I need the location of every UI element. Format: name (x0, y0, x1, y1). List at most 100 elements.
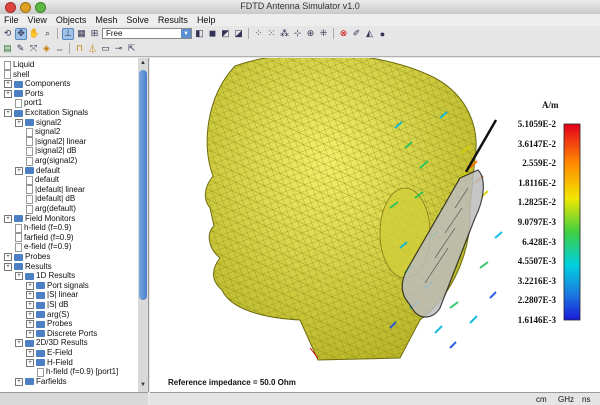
tree-item[interactable]: + Components (4, 79, 70, 89)
expand-toggle-icon[interactable]: + (15, 118, 23, 127)
grid-view-icon[interactable]: ▦ (76, 28, 87, 39)
scroll-thumb[interactable] (139, 70, 147, 300)
rotate-view-icon[interactable]: ⟲ (2, 28, 13, 39)
expand-toggle-icon[interactable]: + (26, 301, 34, 309)
tree-item[interactable]: + E-Field (26, 348, 72, 358)
expand-toggle-icon[interactable]: + (26, 349, 34, 357)
expand-toggle-icon[interactable]: + (4, 109, 12, 117)
new-project-icon[interactable]: ▤ (2, 43, 13, 54)
tree-item[interactable]: arg(signal2) (26, 156, 77, 166)
3d-viewport[interactable]: A/m 5.1059E-2 3.6147E-2 2.559E-2 1.8116E-2 1… (150, 58, 600, 392)
tree-item[interactable]: |signal2| linear (26, 137, 86, 147)
scroll-down-icon[interactable]: ▼ (139, 382, 147, 390)
cube-icon[interactable]: ◧ (194, 28, 205, 39)
expand-toggle-icon[interactable]: + (4, 253, 12, 261)
pick-point-icon[interactable]: ⁘ (253, 28, 264, 39)
pick-center-icon[interactable]: ⊹ (292, 28, 303, 39)
scroll-up-icon[interactable]: ▲ (139, 60, 147, 68)
expand-toggle-icon[interactable]: + (26, 291, 34, 300)
tree-item[interactable]: + signal2 (15, 118, 61, 128)
select-cursor-icon[interactable]: ⇱ (126, 43, 137, 54)
tree-vertical-scrollbar[interactable]: ▲ ▼ (138, 58, 149, 392)
wire-icon[interactable]: ◩ (220, 28, 231, 39)
zoom-tool-icon[interactable]: ⌕ (42, 28, 53, 39)
tree-item[interactable]: + |S| dB (26, 300, 69, 310)
expand-toggle-icon[interactable]: + (26, 320, 34, 329)
expand-toggle-icon[interactable]: + (26, 281, 34, 290)
tree-item[interactable]: |default| dB (26, 194, 75, 204)
select-tool-icon[interactable]: ✥ (15, 27, 27, 40)
tree-item[interactable]: farfield (f=0.9) (15, 233, 74, 243)
sphere-icon[interactable]: ● (377, 28, 388, 39)
probe-icon[interactable]: ⊸ (113, 43, 124, 54)
tree-item[interactable]: + arg(S) (26, 310, 69, 320)
expand-toggle-icon[interactable]: + (4, 262, 12, 271)
tree-item[interactable]: arg(default) (26, 204, 76, 214)
expand-toggle-icon[interactable]: + (15, 377, 23, 386)
pick-edge-icon[interactable]: ⁙ (266, 28, 277, 39)
tree-item[interactable]: port1 (15, 98, 42, 108)
tree-item[interactable]: shell (4, 70, 29, 80)
tree-item[interactable]: + Field Monitors (4, 214, 75, 224)
tree-item[interactable]: + Probes (4, 252, 50, 262)
pick-snap-icon[interactable]: ⊕ (305, 28, 316, 39)
tree-item[interactable]: + H-Field (26, 358, 73, 368)
material-icon[interactable]: ◭ (364, 28, 375, 39)
tree-item[interactable]: |default| linear (26, 185, 85, 195)
shaded-icon[interactable]: ◪ (233, 28, 244, 39)
expand-toggle-icon[interactable]: + (15, 166, 23, 175)
menu-results[interactable]: Results (158, 14, 188, 26)
tree-item-label: |S| dB (47, 300, 69, 309)
expand-toggle-icon[interactable]: + (15, 339, 23, 348)
menu-mesh[interactable]: Mesh (95, 14, 117, 26)
tree-item[interactable]: default (26, 175, 59, 185)
tree-item[interactable]: + Discrete Ports (26, 329, 97, 339)
expand-toggle-icon[interactable]: + (26, 329, 34, 338)
mesh-view-icon[interactable]: ⊞ (89, 28, 100, 39)
expand-toggle-icon[interactable]: + (26, 358, 34, 367)
tree-item[interactable]: + default (15, 166, 60, 176)
clear-picks-icon[interactable]: ⊗ (338, 28, 349, 39)
tree-item[interactable]: + Port signals (26, 281, 89, 291)
menu-solve[interactable]: Solve (126, 14, 149, 26)
tree-item[interactable]: h-field (f=0.9) [port1] (37, 367, 118, 377)
tree-item[interactable]: signal2 (26, 127, 60, 137)
expand-toggle-icon[interactable]: + (4, 89, 12, 98)
tree-item[interactable]: +2D/3D Results (15, 338, 88, 348)
menu-file[interactable]: File (4, 14, 19, 26)
expand-toggle-icon[interactable]: + (4, 80, 12, 89)
tree-item[interactable]: + Probes (26, 319, 72, 329)
tree-item[interactable]: + Excitation Signals (4, 108, 88, 118)
align-icon[interactable]: ⇔ (54, 43, 65, 54)
pan-tool-icon[interactable]: ✋ (29, 28, 40, 39)
measure-icon[interactable]: ✐ (351, 28, 362, 39)
tree-item[interactable]: h-field (f=0.9) (15, 223, 71, 233)
mode-select[interactable]: Free ▼ (102, 28, 192, 39)
monitor-icon[interactable]: ▭ (100, 43, 111, 54)
cylinder-icon[interactable]: ⊓ (74, 43, 85, 54)
pick-mid-icon[interactable]: ⁜ (318, 28, 329, 39)
expand-toggle-icon[interactable]: + (26, 310, 34, 319)
tree-item[interactable]: Liquid (4, 60, 34, 70)
menu-view[interactable]: View (28, 14, 47, 26)
expand-toggle-icon[interactable]: + (15, 272, 23, 281)
tree-item[interactable]: + Results (4, 262, 52, 272)
tree-item[interactable]: |signal2| dB (26, 146, 77, 156)
tree-horizontal-scrollbar[interactable] (0, 392, 148, 405)
transform-icon[interactable]: ⤧ (28, 43, 39, 54)
pick-face-icon[interactable]: ⁂ (279, 28, 290, 39)
tree-item[interactable]: + |S| linear (26, 290, 78, 300)
tree-item[interactable]: e-field (f=0.9) (15, 242, 71, 252)
menu-objects[interactable]: Objects (56, 14, 87, 26)
axis-view-icon[interactable]: ⊥ (62, 27, 74, 40)
tree-item[interactable]: + Farfields (15, 377, 67, 387)
cone-icon[interactable]: ⏃ (87, 43, 98, 54)
solid-icon[interactable]: ◼ (207, 28, 218, 39)
expand-toggle-icon[interactable]: + (4, 214, 12, 223)
tree-item[interactable]: +1D Results (15, 271, 75, 281)
edit-icon[interactable]: ✎ (15, 43, 26, 54)
tree-item[interactable]: + Ports (4, 89, 44, 99)
color-icon[interactable]: ◈ (41, 43, 52, 54)
project-tree[interactable]: Liquid shell + Components + Ports port1 + Excita… (0, 58, 139, 392)
menu-help[interactable]: Help (197, 14, 216, 26)
